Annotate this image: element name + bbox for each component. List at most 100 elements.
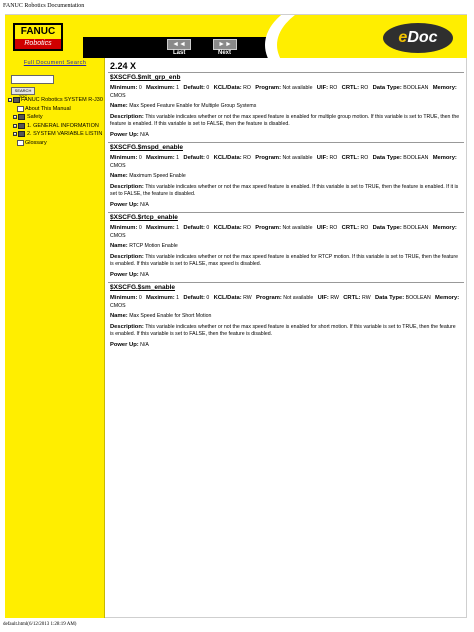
expand-icon[interactable]: + (13, 123, 17, 128)
variable-description-line: Description: This variable indicates whe… (110, 324, 460, 339)
logo-wordmark: FANUC (15, 25, 61, 39)
label-memory: Memory: (432, 155, 457, 161)
toc-item-label[interactable]: FANUC Robotics SYSTEM R-J30 (21, 96, 103, 105)
next-label[interactable]: Next (218, 50, 231, 56)
label-crtl: CRTL: (341, 225, 360, 231)
search-toc-button[interactable]: SEARCH TOC (11, 87, 35, 99)
toc-item-label[interactable]: About This Manual (25, 105, 71, 114)
toc-item-about-this-manual[interactable]: About This Manual (8, 105, 104, 114)
variable-description-line: Description: This variable indicates whe… (110, 114, 460, 129)
variable-attributes: Minimum: 0 Maximum: 1 Default: 0 KCL/Dat… (110, 225, 460, 240)
label-power-up: Power Up: (110, 271, 139, 278)
header-banner: FANUC Robotics ◄◄ ►► Last Next eDoc (5, 15, 467, 58)
value-description: This variable indicates whether or not t… (110, 253, 459, 268)
last-button[interactable]: ◄◄ (167, 39, 191, 50)
value-default: 0 (206, 295, 210, 301)
label-program: Program: (256, 295, 282, 301)
label-power-up: Power Up: (110, 131, 139, 138)
value-description: This variable indicates whether or not t… (110, 323, 456, 338)
variable-name: $XSCFG.$rtcp_enable (110, 214, 178, 221)
label-power-up: Power Up: (110, 341, 139, 348)
value-minimum: 0 (138, 295, 142, 301)
label-program: Program: (255, 85, 282, 91)
last-label[interactable]: Last (173, 50, 185, 56)
toc-item-fanuc-robotics[interactable]: − FANUC Robotics SYSTEM R-J30 (8, 96, 104, 105)
nav-bar: ◄◄ ►► Last Next (83, 37, 271, 58)
label-uif: UIF: (316, 225, 329, 231)
toc-item-system-variable-listing[interactable]: + 2. SYSTEM VARIABLE LISTIN (8, 130, 104, 139)
label-memory: Memory: (432, 225, 457, 231)
value-crtl: RO (360, 155, 369, 161)
label-crtl: CRTL: (341, 85, 360, 91)
full-document-search-link[interactable]: Full Document Search (5, 60, 104, 66)
value-memory: CMOS (110, 162, 126, 169)
toc-item-general-information[interactable]: + 1. GENERAL INFORMATION (8, 122, 104, 131)
label-kcl: KCL/Data: (213, 85, 242, 91)
label-default: Default: (183, 155, 205, 161)
section-title: 2.24 X (110, 61, 137, 71)
variable-title-line: Name: Max Speed Enable for Short Motion (110, 313, 460, 321)
variable-powerup-line: Power Up: N/A (110, 342, 460, 350)
label-data-type: Data Type: (372, 225, 402, 231)
fanuc-logo: FANUC Robotics (13, 23, 63, 51)
label-minimum: Minimum: (110, 295, 138, 301)
value-uif: RW (330, 295, 339, 301)
label-kcl: KCL/Data: (213, 295, 242, 301)
label-crtl: CRTL: (343, 295, 361, 301)
value-default: 0 (206, 85, 210, 91)
toc-item-glossary[interactable]: Glossary (8, 139, 104, 148)
value-data-type: BOOLEAN (403, 225, 429, 231)
value-power-up: N/A (140, 271, 149, 278)
value-maximum: 1 (176, 85, 180, 91)
variable-description-line: Description: This variable indicates whe… (110, 184, 460, 199)
book-icon (18, 131, 25, 138)
toc-item-label[interactable]: Glossary (25, 139, 47, 148)
value-program: Not available (283, 295, 314, 301)
label-kcl: KCL/Data: (213, 155, 242, 161)
edoc-logo-e: e (398, 29, 408, 46)
toc-tree: − FANUC Robotics SYSTEM R-J30 About This… (8, 96, 104, 148)
value-data-type: BOOLEAN (405, 295, 431, 301)
variable-entry: $XSCFG.$rtcp_enable Minimum: 0 Maximum: … (110, 213, 460, 279)
value-minimum: 0 (138, 85, 142, 91)
label-minimum: Minimum: (110, 155, 138, 161)
variable-title-line: Name: Max Speed Feature Enable for Multi… (110, 103, 460, 111)
label-description: Description: (110, 113, 144, 120)
label-data-type: Data Type: (374, 295, 405, 301)
toc-item-label[interactable]: 1. GENERAL INFORMATION (27, 122, 99, 131)
label-program: Program: (255, 155, 282, 161)
label-program: Program: (255, 225, 282, 231)
label-name: Name: (110, 243, 128, 249)
book-icon (13, 97, 20, 103)
edoc-logo: eDoc (383, 23, 453, 53)
expand-icon[interactable]: + (13, 132, 17, 137)
value-default: 0 (206, 225, 210, 231)
content-pane: 2.24 X $XSCFG.$mlt_grp_enb Minimum: 0 Ma… (108, 58, 464, 418)
toc-item-label[interactable]: Safety (27, 113, 43, 122)
next-button[interactable]: ►► (213, 39, 237, 50)
toc-search-input[interactable] (11, 75, 54, 84)
book-icon (18, 122, 25, 129)
book-icon (18, 114, 25, 121)
label-maximum: Maximum: (146, 295, 175, 301)
value-power-up: N/A (140, 131, 149, 138)
value-memory: CMOS (110, 92, 126, 99)
toc-item-label[interactable]: 2. SYSTEM VARIABLE LISTIN (27, 130, 102, 139)
label-memory: Memory: (432, 85, 457, 91)
value-name: Max Speed Feature Enable for Multiple Gr… (129, 103, 257, 109)
variable-attributes: Minimum: 0 Maximum: 1 Default: 0 KCL/Dat… (110, 155, 460, 170)
collapse-icon[interactable]: − (8, 98, 12, 102)
expand-icon[interactable]: + (13, 115, 17, 120)
variable-name: $XSCFG.$mlt_grp_enb (110, 74, 181, 81)
label-uif: UIF: (316, 85, 329, 91)
value-crtl: RO (360, 85, 369, 91)
variable-description-line: Description: This variable indicates whe… (110, 254, 460, 269)
value-program: Not available (282, 85, 313, 91)
label-minimum: Minimum: (110, 85, 138, 91)
value-name: RTCP Motion Enable (129, 243, 178, 249)
variable-powerup-line: Power Up: N/A (110, 132, 460, 140)
print-footer: default.html(6/12/2013 1:28:19 AM) (3, 622, 77, 627)
value-minimum: 0 (138, 225, 142, 231)
toc-item-safety[interactable]: + Safety (8, 113, 104, 122)
value-memory: CMOS (110, 302, 126, 309)
